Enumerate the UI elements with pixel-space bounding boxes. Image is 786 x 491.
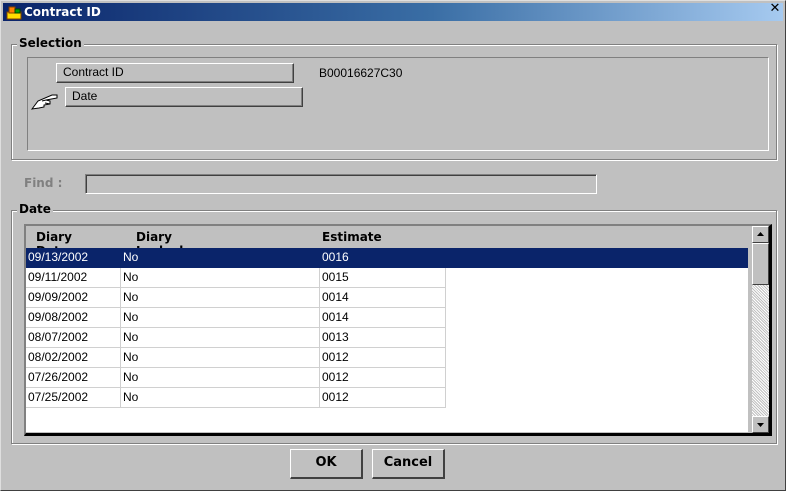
arrow-up-icon (757, 232, 764, 236)
cell-diary-date: 08/07/2002 (26, 328, 121, 348)
date-field-button[interactable]: Date (65, 87, 303, 107)
scroll-down-button[interactable] (752, 416, 769, 433)
cell-estimate: 0016 (320, 248, 446, 268)
title-bar[interactable]: Contract ID (3, 3, 783, 21)
cell-blank (446, 248, 748, 268)
table-row[interactable]: 09/08/2002 No 0014 (26, 308, 748, 328)
cancel-button[interactable]: Cancel (372, 449, 445, 479)
table-row[interactable]: 08/02/2002 No 0012 (26, 348, 748, 368)
contract-id-dialog: Contract ID ✕ Selection Contract ID B000… (0, 0, 786, 491)
date-group-label: Date (17, 202, 53, 216)
cell-diary-date: 08/02/2002 (26, 348, 121, 368)
app-icon (6, 6, 22, 20)
contract-id-value: B00016627C30 (319, 66, 403, 80)
table-row[interactable]: 08/07/2002 No 0013 (26, 328, 748, 348)
cell-locked-indicator: No (121, 328, 320, 348)
arrow-down-icon (757, 423, 764, 427)
ok-button[interactable]: OK (290, 449, 363, 479)
contract-id-field-button[interactable]: Contract ID (56, 63, 294, 83)
cell-estimate: 0013 (320, 328, 446, 348)
cell-estimate: 0014 (320, 288, 446, 308)
cell-locked-indicator: No (121, 268, 320, 288)
window-title: Contract ID (24, 5, 101, 19)
table-row[interactable]: 07/25/2002 No 0012 (26, 388, 748, 408)
pointing-hand-icon (30, 94, 58, 110)
column-header-estimate[interactable]: Estimate (322, 230, 382, 244)
cell-locked-indicator: No (121, 308, 320, 328)
cell-diary-date: 09/11/2002 (26, 268, 121, 288)
cell-diary-date: 09/08/2002 (26, 308, 121, 328)
close-icon: ✕ (769, 1, 781, 16)
table-row[interactable]: 09/09/2002 No 0014 (26, 288, 748, 308)
table-row[interactable]: 09/11/2002 No 0015 (26, 268, 748, 288)
cell-estimate: 0012 (320, 388, 446, 408)
cell-diary-date: 07/25/2002 (26, 388, 121, 408)
cell-locked-indicator: No (121, 288, 320, 308)
find-input[interactable] (85, 174, 597, 194)
cell-estimate: 0014 (320, 308, 446, 328)
vertical-scrollbar[interactable] (752, 226, 769, 433)
selection-group-label: Selection (17, 36, 84, 50)
cell-locked-indicator: No (121, 348, 320, 368)
cell-locked-indicator: No (121, 388, 320, 408)
cell-estimate: 0012 (320, 368, 446, 388)
cell-locked-indicator: No (121, 248, 320, 268)
cell-estimate: 0012 (320, 348, 446, 368)
scroll-up-button[interactable] (752, 226, 769, 243)
grid-body: 09/13/2002 No 0016 09/11/2002 No 0015 09… (26, 248, 748, 432)
find-label: Find : (24, 176, 63, 190)
cell-locked-indicator: No (121, 368, 320, 388)
table-row[interactable]: 09/13/2002 No 0016 (26, 248, 748, 268)
scroll-thumb[interactable] (752, 243, 769, 285)
table-row[interactable]: 07/26/2002 No 0012 (26, 368, 748, 388)
close-button[interactable]: ✕ (767, 2, 783, 17)
cell-diary-date: 09/09/2002 (26, 288, 121, 308)
date-grid[interactable]: Diary Date Diary Locked Indicator Estima… (24, 224, 772, 436)
cell-diary-date: 07/26/2002 (26, 368, 121, 388)
cell-diary-date: 09/13/2002 (26, 248, 121, 268)
cell-estimate: 0015 (320, 268, 446, 288)
